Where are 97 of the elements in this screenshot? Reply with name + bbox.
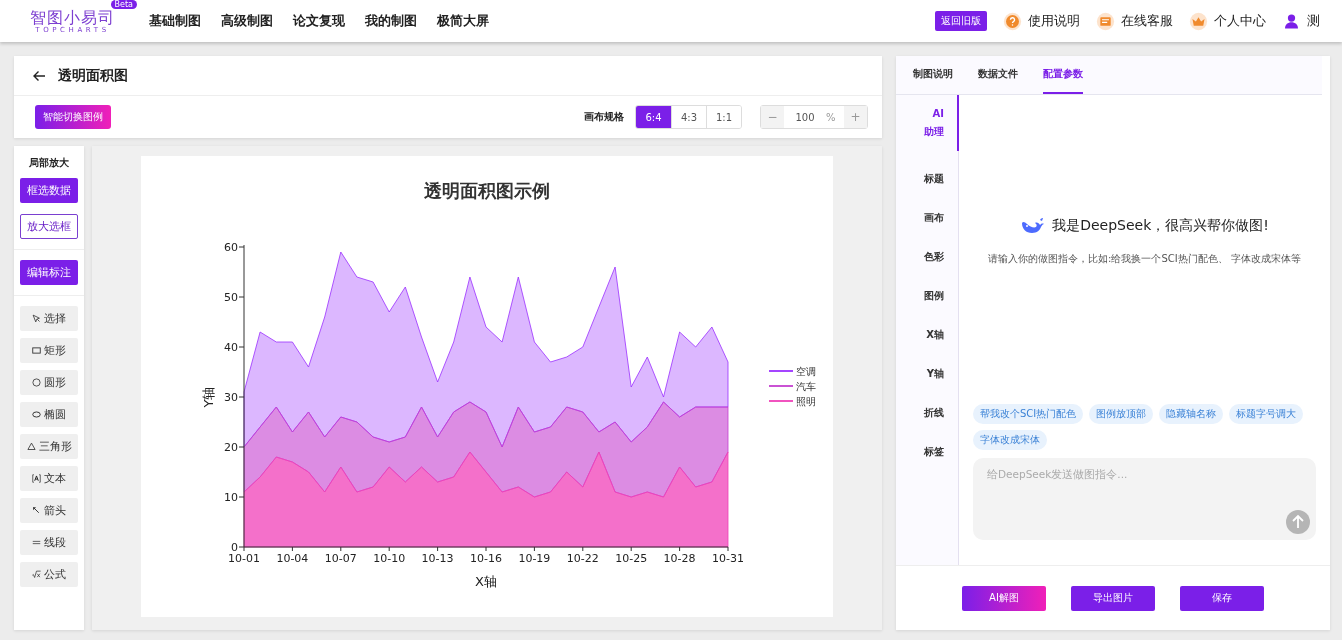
- settings-menu-item[interactable]: 标签: [904, 432, 959, 471]
- nav-link[interactable]: 测: [1307, 12, 1320, 30]
- action-button[interactable]: AI解图: [962, 585, 1046, 611]
- ellipse-icon: [32, 410, 41, 419]
- settings-menu-item[interactable]: 图例: [904, 276, 959, 315]
- zoom-value[interactable]: 100: [784, 111, 826, 123]
- nav-link[interactable]: 个人中心: [1214, 12, 1266, 30]
- select-data-button[interactable]: 框选数据: [20, 178, 78, 203]
- zoom-box-button[interactable]: 放大选框: [20, 214, 78, 239]
- panel-tab[interactable]: 制图说明: [913, 56, 953, 94]
- panel-tab[interactable]: 数据文件: [978, 56, 1018, 94]
- x-tick-label: 10-01: [228, 552, 260, 565]
- nav-link[interactable]: 我的制图: [365, 12, 417, 30]
- tool-button[interactable]: 三角形: [20, 434, 78, 459]
- back-arrow-icon[interactable]: [32, 68, 46, 83]
- nav-link[interactable]: 在线客服: [1121, 12, 1173, 30]
- legend-label: 汽车: [796, 381, 816, 392]
- beta-badge: Beta: [110, 0, 137, 9]
- settings-menu-item[interactable]: 标题: [904, 159, 959, 198]
- tool-button[interactable]: 文本: [20, 466, 78, 491]
- y-tick-label: 30: [224, 391, 238, 404]
- x-tick-label: 10-10: [373, 552, 406, 565]
- circle-icon: [32, 378, 41, 387]
- section-title: 局部放大: [29, 156, 69, 170]
- logo-text[interactable]: 智图小易司: [30, 8, 115, 26]
- legend-line: [768, 370, 794, 372]
- settings-menu-item[interactable]: 色彩: [904, 237, 959, 276]
- canvas-size-label: 画布规格: [584, 110, 624, 124]
- y-tick-label: 20: [224, 441, 238, 454]
- text-box-icon: [32, 474, 41, 483]
- tool-button[interactable]: 圆形: [20, 370, 78, 395]
- x-tick-label: 10-25: [615, 552, 648, 565]
- suggestion-chip[interactable]: 图例放顶部: [1089, 404, 1154, 424]
- legend-label: 空调: [796, 366, 816, 377]
- book-icon: [1096, 11, 1115, 31]
- percent-unit: %: [826, 111, 837, 123]
- legend-line: [768, 385, 794, 387]
- old-version-button[interactable]: 返回旧版: [935, 11, 987, 31]
- y-tick-label: 50: [224, 291, 238, 304]
- square-root-icon: [32, 570, 41, 579]
- settings-menu-item[interactable]: 折线: [904, 393, 959, 432]
- x-tick-label: 10-19: [518, 552, 551, 565]
- x-tick-label: 10-07: [324, 552, 357, 565]
- ratio-tab[interactable]: 1:1: [706, 106, 741, 128]
- nav-link[interactable]: 极简大屏: [437, 12, 489, 30]
- settings-menu-item[interactable]: 画布: [904, 198, 959, 237]
- ratio-tab[interactable]: 6:4: [636, 106, 671, 128]
- x-tick-label: 10-31: [712, 552, 744, 565]
- nav-link[interactable]: 论文复现: [293, 12, 345, 30]
- nav-link[interactable]: 使用说明: [1028, 12, 1080, 30]
- cursor-icon: [32, 314, 41, 323]
- tool-button[interactable]: 箭头: [20, 498, 78, 523]
- user-icon: [1282, 11, 1301, 31]
- legend-line: [768, 400, 794, 402]
- x-tick-label: 10-22: [566, 552, 599, 565]
- nav-link[interactable]: 高级制图: [221, 12, 273, 30]
- x-tick-label: 10-04: [276, 552, 309, 565]
- greeting-text: 我是DeepSeek，很高兴帮你做图!: [1052, 217, 1269, 235]
- prompt-input-field[interactable]: 给DeepSeek发送做图指令...: [973, 458, 1316, 540]
- settings-menu-item[interactable]: AI 助理: [904, 95, 959, 151]
- action-button[interactable]: 保存: [1180, 585, 1264, 611]
- edit-annotation-button[interactable]: 编辑标注: [20, 260, 78, 285]
- y-tick-label: 40: [224, 341, 238, 354]
- legend-label: 照明: [796, 396, 816, 407]
- double-line-icon: [32, 538, 41, 547]
- rectangle-icon: [32, 346, 41, 355]
- page-title: 透明面积图: [58, 66, 128, 85]
- arrow-icon: [32, 506, 41, 515]
- y-tick-label: 10: [224, 491, 238, 504]
- triangle-icon: [26, 442, 36, 451]
- settings-menu-item[interactable]: Y轴: [904, 354, 959, 393]
- tool-button[interactable]: 线段: [20, 530, 78, 555]
- hint-text: 请输入你的做图指令，比如:给我换一个SCI热门配色、 字体改成宋体等: [987, 252, 1302, 266]
- tool-button[interactable]: 公式: [20, 562, 78, 587]
- suggestion-chip[interactable]: 隐藏轴名称: [1159, 404, 1224, 424]
- y-axis-title: Y轴: [201, 386, 216, 408]
- action-button[interactable]: 导出图片: [1071, 585, 1155, 611]
- tool-button[interactable]: 矩形: [20, 338, 78, 363]
- settings-menu-item[interactable]: X轴: [904, 315, 959, 354]
- tool-button[interactable]: 选择: [20, 306, 78, 331]
- y-tick-label: 60: [224, 241, 238, 254]
- suggestion-chip[interactable]: 标题字号调大: [1229, 404, 1304, 424]
- x-tick-label: 10-16: [470, 552, 502, 565]
- suggestion-chip[interactable]: 帮我改个SCI热门配色: [973, 404, 1084, 424]
- x-axis-title: X轴: [475, 574, 497, 589]
- smart-switch-button[interactable]: 智能切换图例: [35, 105, 111, 129]
- tool-button[interactable]: 椭圆: [20, 402, 78, 427]
- y-tick-label: 0: [231, 541, 238, 554]
- x-tick-label: 10-28: [663, 552, 696, 565]
- suggestion-chip[interactable]: 字体改成宋体: [973, 430, 1047, 450]
- x-tick-label: 10-13: [421, 552, 454, 565]
- help-icon: [1003, 11, 1022, 31]
- panel-tab[interactable]: 配置参数: [1043, 56, 1083, 94]
- nav-link[interactable]: 基础制图: [149, 12, 201, 30]
- whale-icon: [1020, 217, 1045, 235]
- chart-title: 透明面积图示例: [424, 180, 550, 201]
- crown-icon: [1189, 11, 1208, 31]
